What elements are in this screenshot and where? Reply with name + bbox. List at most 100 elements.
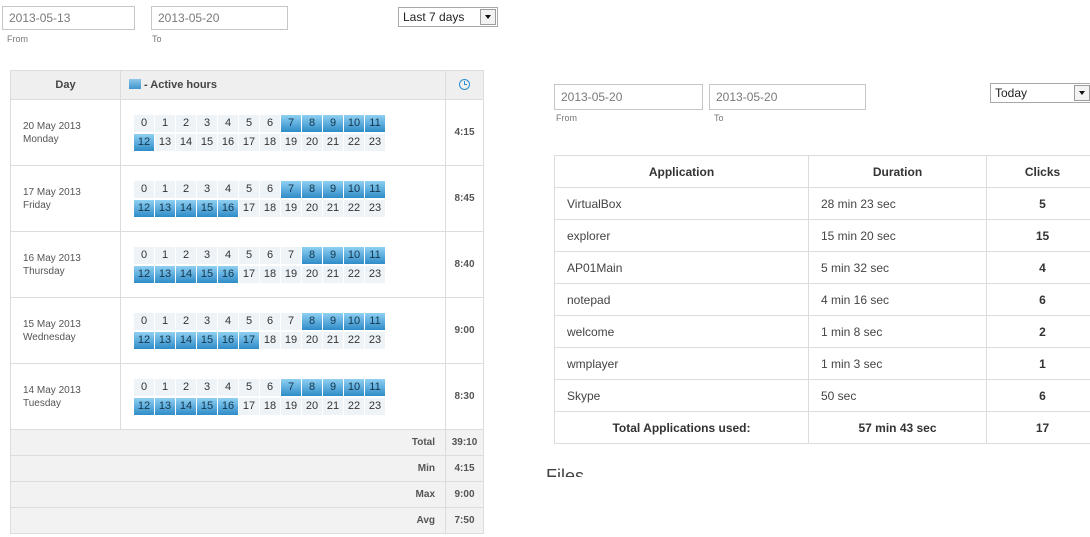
- hour-cell: 17: [239, 133, 259, 151]
- hour-cell-active: 11: [365, 114, 385, 132]
- total-clicks: 17: [986, 411, 1090, 444]
- chevron-down-icon[interactable]: [1074, 85, 1090, 101]
- active-hours-cell: 0 1 2 3 4 5 6 7 8 9 10 11 12 13 14 15 16 17 18 19 20 21 22 23: [120, 231, 446, 298]
- active-hours-cell: 0 1 2 3 4 5 6 7 8 9 10 11 12 13 14 15 16 17 18 19 20 21 22 23: [120, 363, 446, 430]
- hour-row: 0 1 2 3 4 5 6 7 8 9 10 11: [134, 180, 445, 198]
- day-date: 15 May 2013: [23, 318, 81, 330]
- hour-cell-active: 10: [344, 312, 364, 330]
- hour-cell: 18: [260, 199, 280, 217]
- total-label: Total Applications used:: [554, 411, 809, 444]
- app-row[interactable]: VirtualBox 28 min 23 sec 5: [554, 187, 1090, 220]
- hour-cell-active: 12: [134, 199, 154, 217]
- app-clicks: 6: [986, 283, 1090, 316]
- day-weekday: Friday: [23, 199, 51, 211]
- hour-cell: 19: [281, 331, 301, 349]
- duration-column-header: [445, 70, 484, 100]
- to-date-input[interactable]: 2013-05-20: [151, 6, 288, 30]
- hour-cell-active: 8: [302, 114, 322, 132]
- hour-cell: 18: [260, 265, 280, 283]
- hour-cell-active: 11: [365, 246, 385, 264]
- files-section-heading: Files: [546, 466, 585, 477]
- app-row[interactable]: wmplayer 1 min 3 sec 1: [554, 347, 1090, 380]
- hour-cell: 1: [155, 246, 175, 264]
- hour-cell: 4: [218, 114, 238, 132]
- from-date-input[interactable]: 2013-05-13: [2, 6, 135, 30]
- apps-range-select[interactable]: Today: [990, 83, 1090, 103]
- app-clicks: 1: [986, 347, 1090, 380]
- hour-cell: 18: [260, 331, 280, 349]
- hour-cell-active: 9: [323, 180, 343, 198]
- hour-cell-active: 9: [323, 114, 343, 132]
- app-row[interactable]: notepad 4 min 16 sec 6: [554, 283, 1090, 316]
- hour-cell: 6: [260, 180, 280, 198]
- hour-cell: 3: [197, 180, 217, 198]
- hour-cell-active: 9: [323, 378, 343, 396]
- hour-cell: 0: [134, 180, 154, 198]
- hour-cell-active: 7: [281, 378, 301, 396]
- total-row: Total Applications used: 57 min 43 sec 17: [554, 411, 1090, 444]
- applications-table: Application Duration Clicks VirtualBox 28…: [554, 155, 1090, 444]
- app-clicks: 5: [986, 187, 1090, 220]
- hour-cell: 21: [323, 265, 343, 283]
- app-name: explorer: [554, 219, 809, 252]
- hour-cell: 14: [176, 133, 196, 151]
- app-clicks: 15: [986, 219, 1090, 252]
- hour-cell: 5: [239, 180, 259, 198]
- day-duration: 8:45: [445, 165, 484, 232]
- range-select[interactable]: Last 7 days: [398, 7, 498, 27]
- app-duration: 1 min 8 sec: [808, 315, 987, 348]
- duration-column-header[interactable]: Duration: [808, 155, 987, 188]
- apps-range-select-value: Today: [995, 86, 1028, 100]
- app-clicks: 4: [986, 251, 1090, 284]
- hour-cell-active: 17: [239, 331, 259, 349]
- hour-cell: 18: [260, 397, 280, 415]
- hour-cell-active: 13: [155, 397, 175, 415]
- day-weekday: Monday: [23, 133, 59, 145]
- apps-from-date-input[interactable]: 2013-05-20: [554, 84, 703, 110]
- hour-cell: 2: [176, 114, 196, 132]
- day-cell: 20 May 2013 Monday: [10, 99, 121, 166]
- app-clicks: 2: [986, 315, 1090, 348]
- summary-value: 4:15: [445, 455, 484, 482]
- summary-label: Min: [10, 455, 446, 482]
- hour-cell: 17: [239, 265, 259, 283]
- hour-cell-active: 8: [302, 246, 322, 264]
- hour-cell: 22: [344, 133, 364, 151]
- hour-cell-active: 10: [344, 180, 364, 198]
- summary-row: Avg 7:50: [10, 507, 484, 534]
- hour-cell: 2: [176, 180, 196, 198]
- hour-cell-active: 12: [134, 331, 154, 349]
- day-row: 16 May 2013 Thursday 0 1 2 3 4 5 6 7 8 9 10 11 12 13 14 1…: [10, 231, 484, 298]
- app-duration: 15 min 20 sec: [808, 219, 987, 252]
- clicks-column-header[interactable]: Clicks: [986, 155, 1090, 188]
- summary-row: Max 9:00: [10, 481, 484, 508]
- hour-cell-active: 16: [218, 331, 238, 349]
- hour-cell-active: 13: [155, 199, 175, 217]
- hour-cell: 1: [155, 312, 175, 330]
- hour-cell-active: 12: [134, 397, 154, 415]
- hour-cell: 22: [344, 397, 364, 415]
- app-name: VirtualBox: [554, 187, 809, 220]
- hour-cell: 3: [197, 246, 217, 264]
- app-duration: 4 min 16 sec: [808, 283, 987, 316]
- apps-to-date-input[interactable]: 2013-05-20: [709, 84, 866, 110]
- chevron-down-icon[interactable]: [480, 9, 496, 25]
- hour-cell: 21: [323, 199, 343, 217]
- hour-cell-active: 11: [365, 180, 385, 198]
- application-column-header[interactable]: Application: [554, 155, 809, 188]
- hour-cell: 23: [365, 331, 385, 349]
- hour-cell: 22: [344, 199, 364, 217]
- app-row[interactable]: welcome 1 min 8 sec 2: [554, 315, 1090, 348]
- app-duration: 1 min 3 sec: [808, 347, 987, 380]
- day-row: 14 May 2013 Tuesday 0 1 2 3 4 5 6 7 8 9 10 11 12 13 14 15…: [10, 363, 484, 430]
- app-row[interactable]: explorer 15 min 20 sec 15: [554, 219, 1090, 252]
- from-label: From: [7, 34, 28, 44]
- hour-cell: 21: [323, 133, 343, 151]
- app-row[interactable]: AP01Main 5 min 32 sec 4: [554, 251, 1090, 284]
- day-cell: 14 May 2013 Tuesday: [10, 363, 121, 430]
- hour-cell: 20: [302, 331, 322, 349]
- hour-cell: 1: [155, 180, 175, 198]
- day-row: 20 May 2013 Monday 0 1 2 3 4 5 6 7 8 9 10 11 12 13 14 15 1…: [10, 99, 484, 166]
- hour-cell: 6: [260, 378, 280, 396]
- app-row[interactable]: Skype 50 sec 6: [554, 379, 1090, 412]
